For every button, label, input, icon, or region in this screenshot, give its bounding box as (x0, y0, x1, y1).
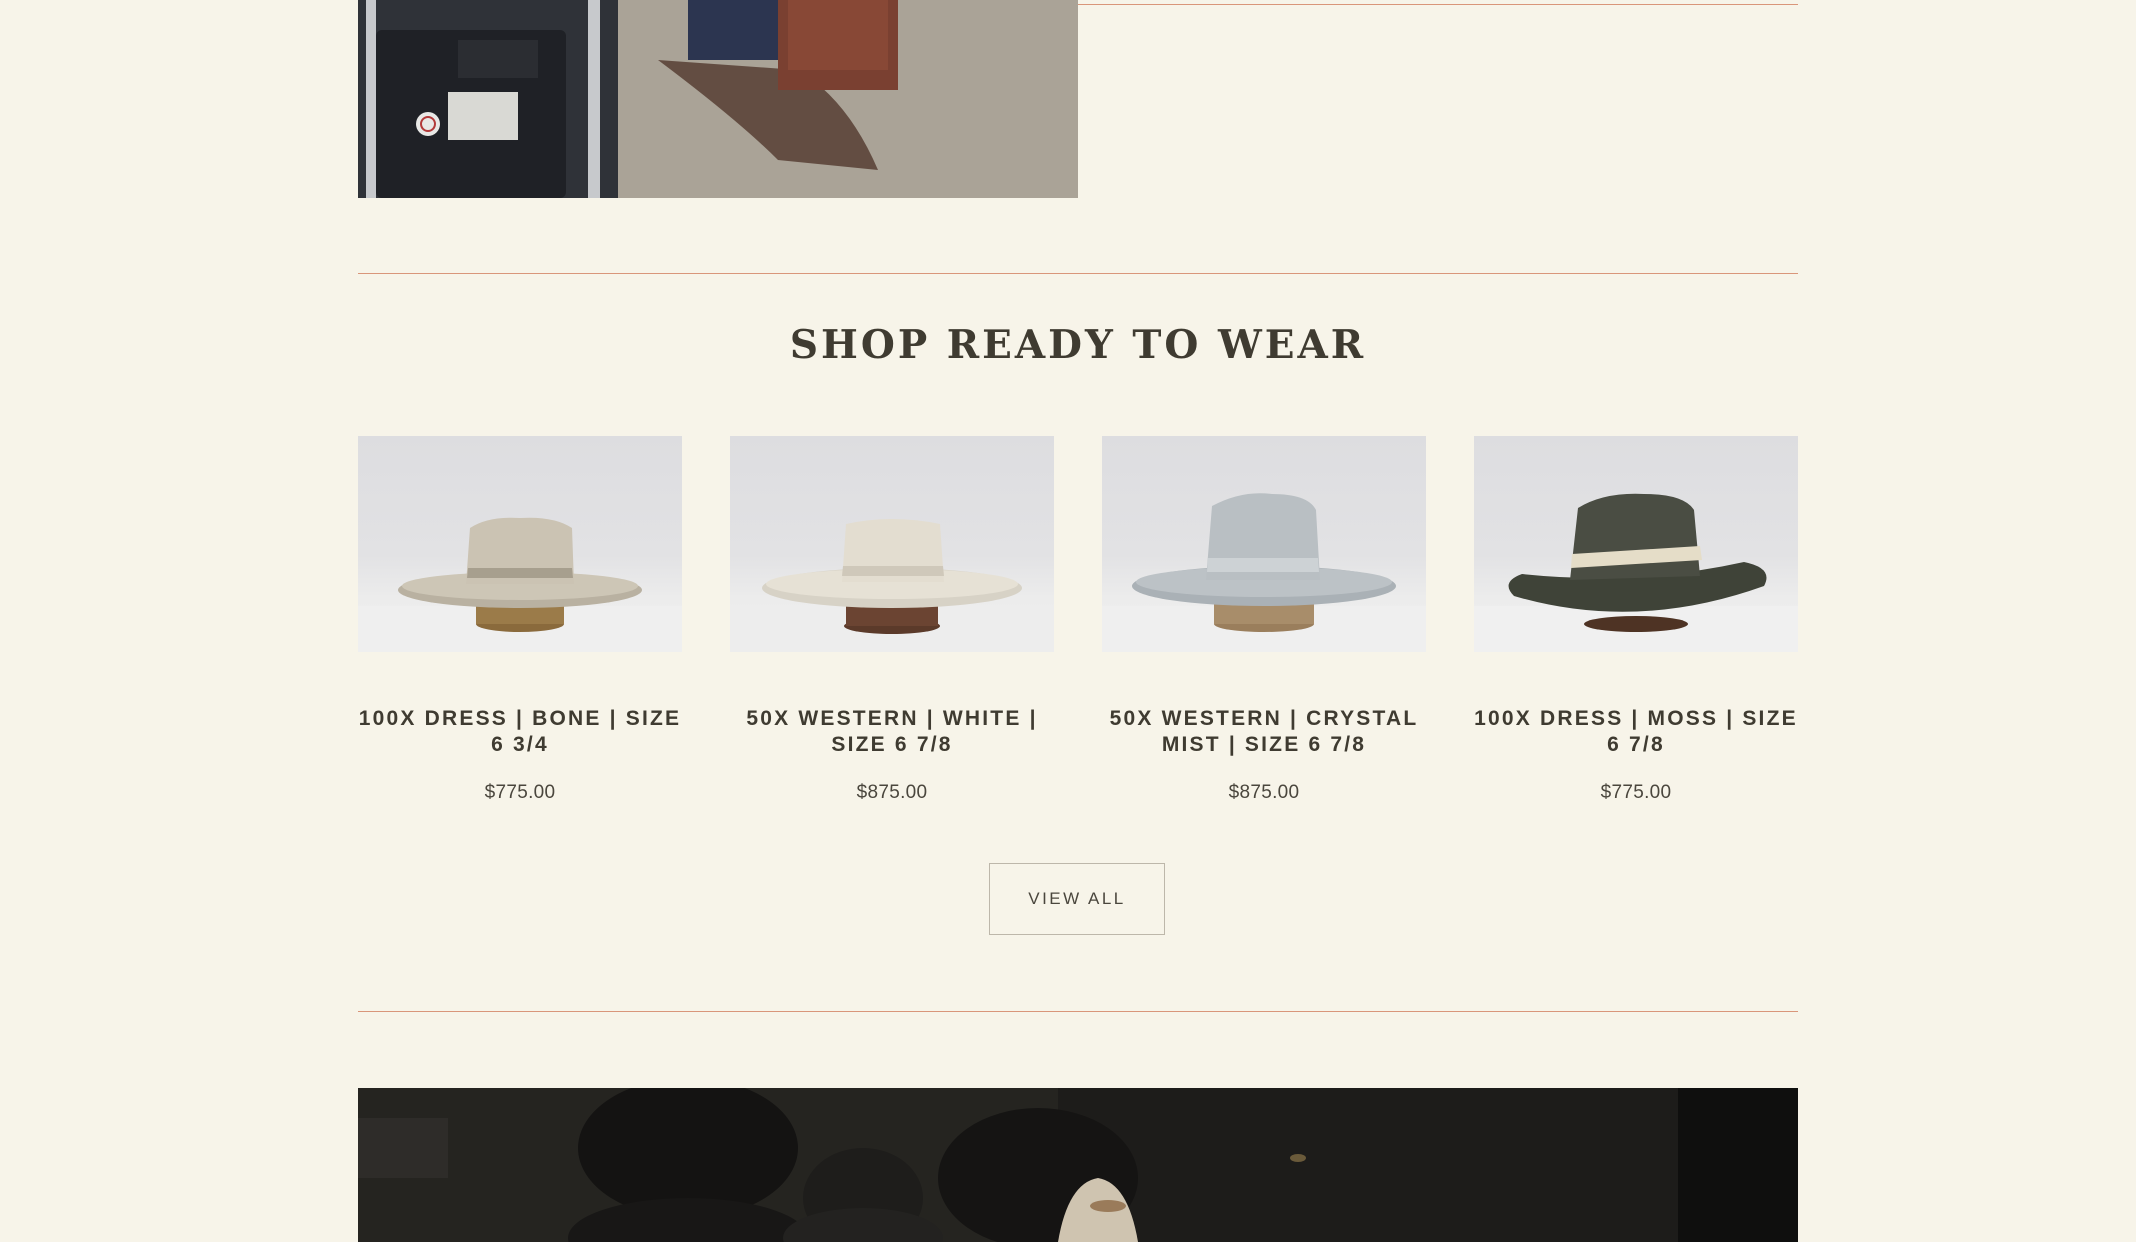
divider-top (1078, 4, 1798, 5)
crystal-mist-hat-photo[interactable] (1102, 436, 1426, 652)
product-price: $875.00 (856, 782, 928, 803)
product-card[interactable]: 50X WESTERN | CRYSTAL MIST | SIZE 6 7/8 … (1102, 436, 1426, 804)
product-name[interactable]: 50X WESTERN | CRYSTAL MIST | SIZE 6 7/8 (1102, 706, 1426, 758)
white-hat-photo[interactable] (730, 436, 1054, 652)
product-price: $775.00 (484, 782, 556, 803)
product-price: $775.00 (1600, 782, 1672, 803)
product-price: $875.00 (1228, 782, 1300, 803)
divider-section-bottom (358, 1011, 1798, 1012)
product-name[interactable]: 100X DRESS | MOSS | SIZE 6 7/8 (1474, 706, 1798, 758)
view-all-button[interactable]: VIEW ALL (989, 863, 1165, 935)
product-name[interactable]: 50X WESTERN | WHITE | SIZE 6 7/8 (730, 706, 1054, 758)
bone-hat-photo[interactable] (358, 436, 682, 652)
product-card[interactable]: 100X DRESS | MOSS | SIZE 6 7/8 $775.00 (1474, 436, 1798, 804)
featured-photo-top (358, 0, 1078, 198)
featured-photo-bottom (358, 1088, 1798, 1242)
product-name[interactable]: 100X DRESS | BONE | SIZE 6 3/4 (358, 706, 682, 758)
section-title: SHOP READY TO WEAR (789, 322, 1367, 368)
product-card[interactable]: 100X DRESS | BONE | SIZE 6 3/4 $775.00 (358, 436, 682, 804)
product-card[interactable]: 50X WESTERN | WHITE | SIZE 6 7/8 $875.00 (730, 436, 1054, 804)
moss-hat-photo[interactable] (1474, 436, 1798, 652)
product-grid: 100X DRESS | BONE | SIZE 6 3/4 $775.00 5… (358, 436, 1798, 804)
divider-section-top (358, 273, 1798, 274)
